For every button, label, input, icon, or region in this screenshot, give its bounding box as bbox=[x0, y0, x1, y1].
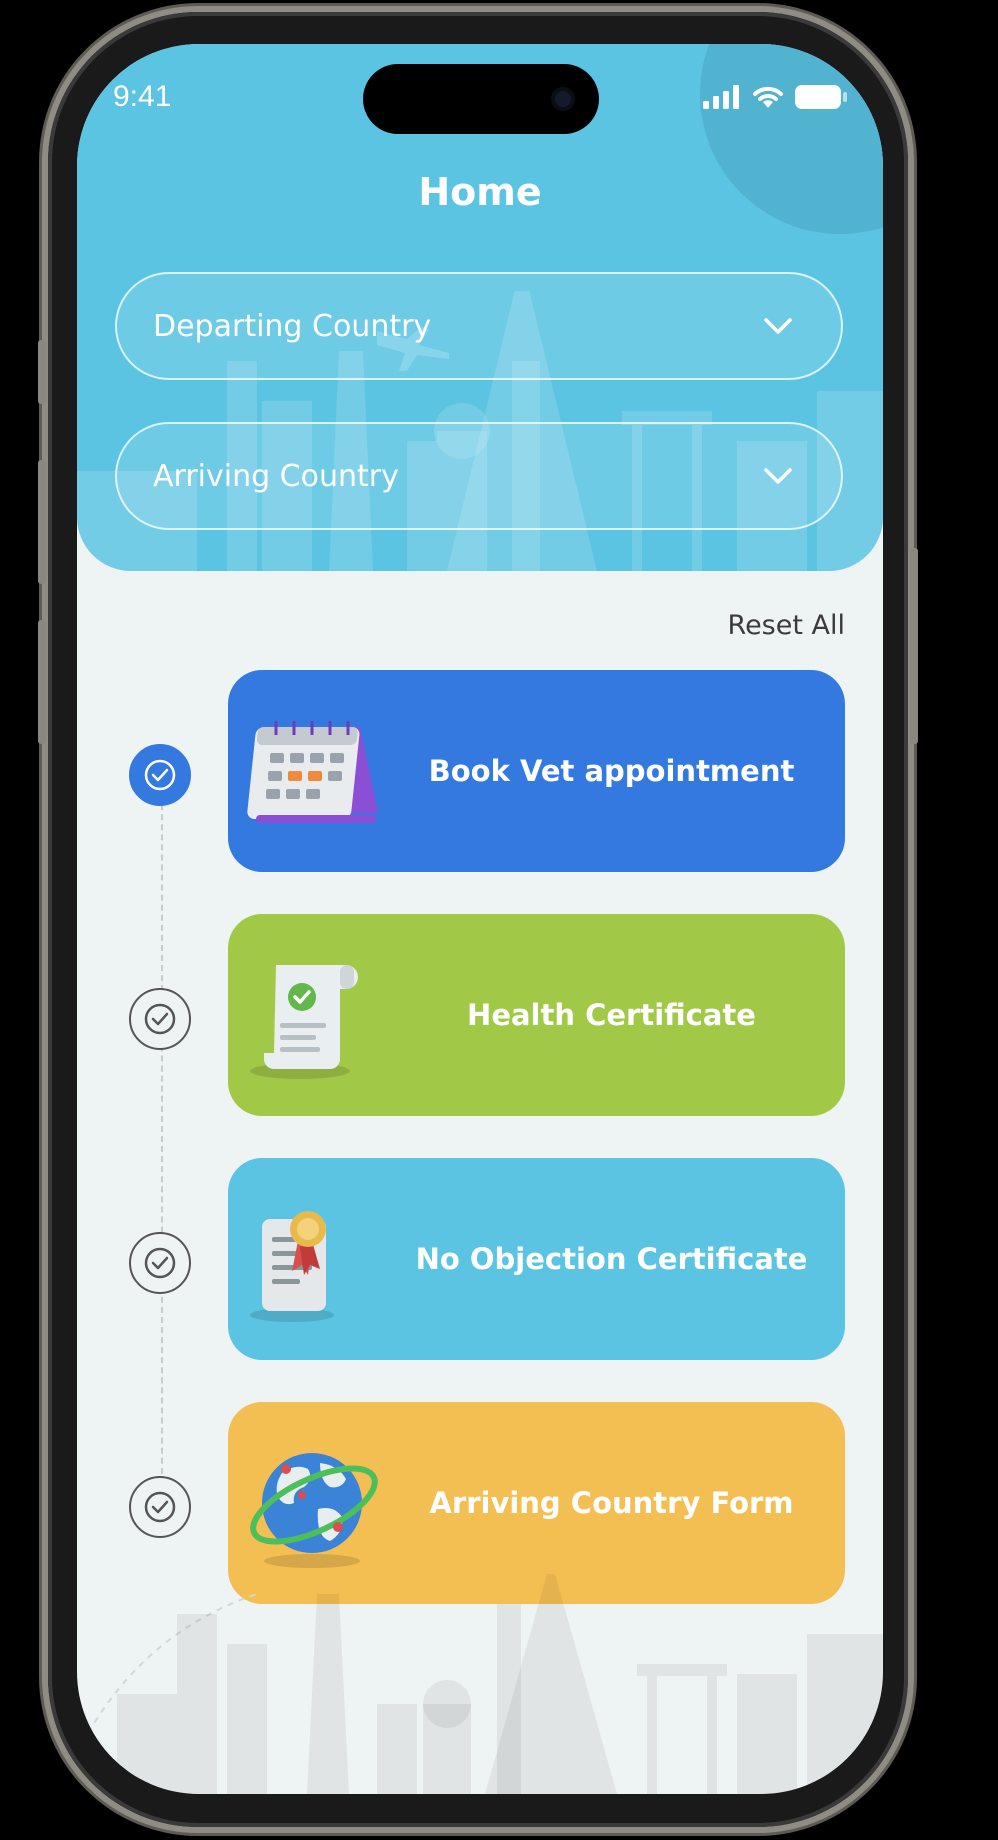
timeline-connector bbox=[161, 774, 163, 1504]
health-certificate-card[interactable]: Health Certificate bbox=[228, 914, 845, 1116]
volume-up-button bbox=[38, 460, 46, 584]
power-button bbox=[910, 548, 918, 744]
wifi-icon bbox=[753, 86, 783, 108]
check-circle-icon bbox=[144, 1003, 176, 1035]
page-title: Home bbox=[418, 170, 542, 214]
no-objection-certificate-card[interactable]: No Objection Certificate bbox=[228, 1158, 845, 1360]
globe-icon bbox=[250, 1453, 378, 1568]
step-2-status-indicator bbox=[129, 988, 191, 1050]
action-button bbox=[38, 340, 46, 404]
step-3-status-indicator bbox=[129, 1232, 191, 1294]
departing-country-select[interactable]: Departing Country bbox=[115, 272, 843, 380]
document-seal-icon bbox=[250, 1211, 334, 1322]
dynamic-island bbox=[363, 64, 599, 134]
book-vet-appointment-card[interactable]: Book Vet appointment bbox=[228, 670, 845, 872]
front-camera bbox=[551, 87, 575, 111]
step-label: Arriving Country Form bbox=[429, 1486, 794, 1520]
check-circle-icon bbox=[144, 1491, 176, 1523]
status-time: 9:41 bbox=[113, 80, 172, 113]
status-icons bbox=[703, 84, 847, 110]
volume-down-button bbox=[38, 620, 46, 744]
arriving-country-label: Arriving Country bbox=[153, 458, 399, 494]
check-circle-icon bbox=[144, 1247, 176, 1279]
certificate-scroll-icon bbox=[250, 965, 358, 1079]
battery-icon bbox=[795, 85, 847, 109]
step-1-status-indicator bbox=[129, 744, 191, 806]
cellular-signal-icon bbox=[703, 85, 739, 109]
bottom-landmarks-decoration bbox=[77, 1574, 883, 1794]
calendar-icon bbox=[247, 721, 378, 823]
chevron-down-icon bbox=[764, 468, 792, 484]
departing-country-label: Departing Country bbox=[153, 308, 432, 344]
chevron-down-icon bbox=[764, 318, 792, 334]
step-label: No Objection Certificate bbox=[415, 1242, 808, 1276]
app-screen: 9:41 Home Departing Country Arriving Cou… bbox=[77, 44, 883, 1794]
step-label: Book Vet appointment bbox=[428, 754, 795, 788]
step-label: Health Certificate bbox=[467, 998, 756, 1032]
arriving-country-select[interactable]: Arriving Country bbox=[115, 422, 843, 530]
check-circle-icon bbox=[144, 759, 176, 791]
step-4-status-indicator bbox=[129, 1476, 191, 1538]
header-panel: 9:41 Home Departing Country Arriving Cou… bbox=[77, 44, 883, 571]
reset-all-link[interactable]: Reset All bbox=[728, 610, 845, 641]
